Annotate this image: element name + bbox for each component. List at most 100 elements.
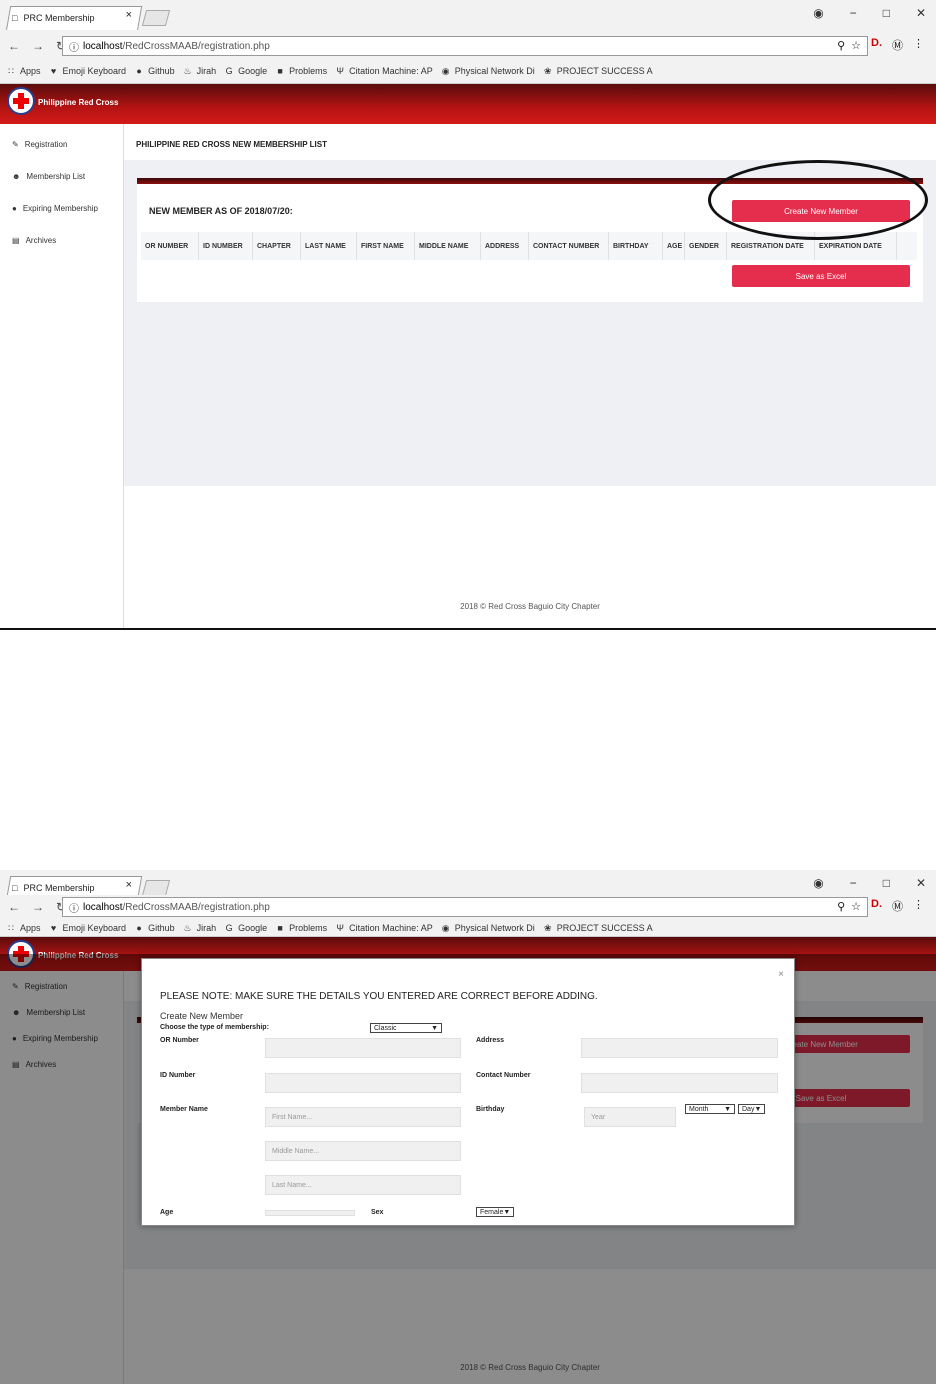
column-header: AGE	[663, 232, 685, 260]
bookmark-label: Jirah	[196, 65, 217, 76]
bookmark-project[interactable]: ❀ PROJECT SUCCESS A	[543, 66, 653, 76]
bookmark-google[interactable]: G Google	[224, 923, 268, 933]
chevron-down-icon: ▼	[754, 1105, 762, 1113]
bookmark-project[interactable]: ❀ PROJECT SUCCESS A	[543, 923, 653, 933]
restore-button[interactable]: □	[883, 876, 890, 890]
contact-number-input[interactable]	[581, 1073, 778, 1093]
url-path: /RedCrossMAAB/registration.php	[122, 901, 270, 913]
new-tab-button[interactable]	[141, 10, 171, 26]
birth-year-input[interactable]: Year	[584, 1107, 676, 1127]
close-window-button[interactable]: ✕	[916, 6, 926, 20]
membership-type-select[interactable]: Classic ▼	[370, 1023, 442, 1033]
sidebar-item-label: Expiring Membership	[22, 203, 98, 213]
profile-icon[interactable]: ◉	[813, 6, 823, 20]
sidebar-item-archives[interactable]: ▤ Archives	[0, 224, 123, 256]
bookmark-folder[interactable]: ■ Problems	[275, 66, 327, 76]
forward-arrow-icon[interactable]: →	[32, 900, 44, 914]
menu-dots-icon[interactable]: ⋮	[913, 37, 924, 53]
project-icon: ❀	[543, 922, 552, 933]
new-member-heading: NEW MEMBER AS OF 2018/07/20:	[149, 206, 293, 216]
column-header: MIDDLE NAME	[415, 232, 481, 260]
minimize-button[interactable]: −	[850, 6, 857, 20]
bookmark-java[interactable]: ♨ Jirah	[183, 923, 217, 933]
membership-type-value: Classic	[374, 1024, 397, 1032]
member-name-label: Member Name	[160, 1106, 208, 1113]
address-label: Address	[476, 1037, 505, 1044]
bookmark-emoji-heart[interactable]: ♥ Emoji Keyboard	[49, 923, 126, 933]
info-icon: ⓘ	[69, 42, 79, 54]
bookmark-apps-grid[interactable]: ∷ Apps	[6, 66, 40, 76]
age-input[interactable]	[265, 1210, 355, 1216]
url-bar[interactable]: ⓘ localhost/RedCrossMAAB/registration.ph…	[62, 36, 868, 56]
info-icon: ●	[12, 203, 17, 213]
create-member-modal: × PLEASE NOTE: MAKE SURE THE DETAILS YOU…	[141, 958, 795, 1226]
bookmark-label: Citation Machine: AP	[349, 922, 433, 933]
bookmark-label: Physical Network Di	[454, 65, 535, 76]
red-cross-logo	[7, 87, 35, 115]
profile-icon[interactable]: ◉	[813, 876, 823, 890]
last-name-input[interactable]: Last Name...	[265, 1175, 461, 1195]
bookmark-emoji-heart[interactable]: ♥ Emoji Keyboard	[49, 66, 126, 76]
or-number-label: OR Number	[160, 1037, 199, 1044]
extension-c-icon[interactable]: Ⓜ	[892, 37, 903, 53]
zoom-icon[interactable]: ⚲	[837, 900, 845, 913]
middle-name-input[interactable]: Middle Name...	[265, 1141, 461, 1161]
user-icon: ☻	[12, 171, 21, 181]
sidebar-item-registration[interactable]: ✎ Registration	[0, 128, 123, 160]
bookmark-label: PROJECT SUCCESS A	[556, 922, 653, 933]
extension-d-icon[interactable]: D.	[871, 37, 882, 53]
birth-day-select[interactable]: Day ▼	[738, 1104, 765, 1114]
address-input[interactable]	[581, 1038, 778, 1058]
chevron-down-icon: ▼	[724, 1105, 731, 1113]
column-header: CHAPTER	[253, 232, 301, 260]
tab-title: PRC Membership	[23, 883, 95, 893]
sex-select[interactable]: Female ▼	[476, 1207, 514, 1217]
modal-note: PLEASE NOTE: MAKE SURE THE DETAILS YOU E…	[160, 991, 598, 1002]
or-number-input[interactable]	[265, 1038, 461, 1058]
extension-d-icon[interactable]: D.	[871, 898, 882, 914]
membership-type-label: Choose the type of membership:	[160, 1024, 269, 1031]
browser-titlebar: □ PRC Membership × ◉ − □ ✕	[0, 0, 936, 34]
star-icon[interactable]: ☆	[851, 39, 861, 52]
github-icon: ●	[136, 65, 142, 76]
bookmark-folder[interactable]: ■ Problems	[275, 923, 327, 933]
sidebar-item-expiring-membership[interactable]: ● Expiring Membership	[0, 192, 123, 224]
save-as-excel-button[interactable]: Save as Excel	[732, 265, 910, 287]
menu-dots-icon[interactable]: ⋮	[913, 898, 924, 914]
star-icon[interactable]: ☆	[851, 900, 861, 913]
contact-number-label: Contact Number	[476, 1072, 531, 1079]
zoom-icon[interactable]: ⚲	[837, 39, 845, 52]
bookmark-citation[interactable]: Ψ Citation Machine: AP	[335, 66, 432, 76]
bookmark-opera[interactable]: ◉ Physical Network Di	[441, 66, 535, 76]
back-arrow-icon[interactable]: ←	[8, 39, 20, 53]
url-host: localhost	[83, 901, 123, 913]
url-bar[interactable]: ⓘ localhost/RedCrossMAAB/registration.ph…	[62, 897, 868, 917]
sidebar-item-membership-list[interactable]: ☻ Membership List	[0, 160, 123, 192]
pencil-icon: ✎	[12, 139, 19, 149]
back-arrow-icon[interactable]: ←	[8, 900, 20, 914]
bookmark-citation[interactable]: Ψ Citation Machine: AP	[335, 922, 433, 933]
close-icon[interactable]: ×	[778, 969, 784, 980]
minimize-button[interactable]: −	[850, 876, 857, 890]
new-tab-button[interactable]	[141, 880, 171, 896]
forward-arrow-icon[interactable]: →	[32, 39, 44, 53]
bookmark-label: Github	[148, 65, 175, 76]
bookmark-github[interactable]: ● Github	[134, 65, 175, 76]
tab-close-icon[interactable]: ×	[126, 9, 132, 21]
tab-close-icon[interactable]: ×	[126, 879, 132, 891]
bookmark-opera[interactable]: ◉ Physical Network Di	[441, 923, 535, 933]
page-icon: □	[12, 883, 18, 893]
close-window-button[interactable]: ✕	[916, 876, 926, 890]
bookmark-java[interactable]: ♨ Jirah	[183, 66, 217, 76]
restore-button[interactable]: □	[883, 6, 890, 20]
java-icon: ♨	[183, 922, 192, 933]
id-number-input[interactable]	[265, 1073, 461, 1093]
bookmark-google[interactable]: G Google	[224, 66, 268, 76]
extension-c-icon[interactable]: Ⓜ	[892, 898, 903, 914]
sex-value: Female	[480, 1208, 504, 1216]
birth-month-select[interactable]: Month ▼	[685, 1104, 735, 1114]
bookmark-apps-grid[interactable]: ∷ Apps	[6, 923, 40, 933]
first-name-input[interactable]: First Name...	[265, 1107, 461, 1127]
chevron-down-icon: ▼	[503, 1208, 511, 1216]
bookmark-github[interactable]: ● Github	[134, 923, 174, 933]
